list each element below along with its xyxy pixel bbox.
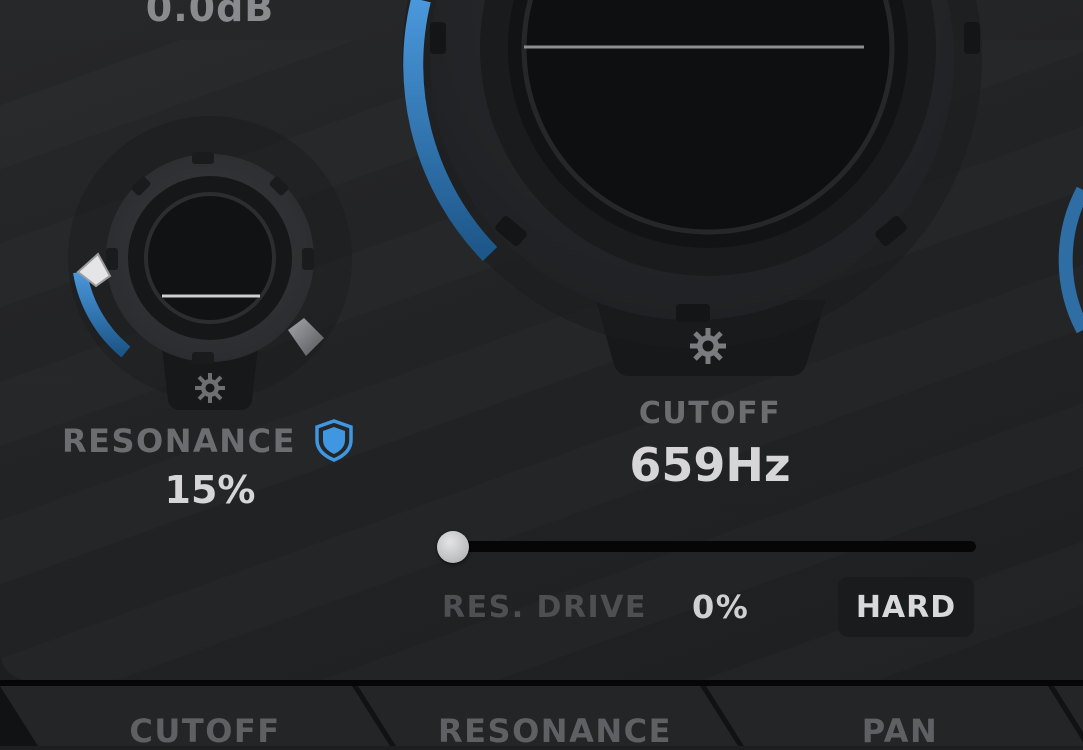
resonance-knob-cap xyxy=(144,192,276,324)
cutoff-label: CUTOFF xyxy=(638,396,782,431)
resonance-value: 15% xyxy=(164,468,256,512)
tab-resonance[interactable]: RESONANCE xyxy=(410,712,700,750)
shield-icon[interactable] xyxy=(312,418,356,462)
cutoff-knob[interactable] xyxy=(402,0,982,376)
res-drive-slider-track[interactable] xyxy=(446,541,976,552)
cutoff-gear-icon[interactable] xyxy=(690,328,726,364)
cutoff-value: 659Hz xyxy=(629,438,791,492)
next-knob-arc-edge xyxy=(1058,186,1083,334)
resonance-knob[interactable] xyxy=(68,116,352,410)
tab-cutoff[interactable]: CUTOFF xyxy=(80,712,330,750)
tab-pan[interactable]: PAN xyxy=(770,712,1030,750)
res-drive-slider-thumb[interactable] xyxy=(437,531,469,563)
hard-mode-button[interactable]: HARD xyxy=(838,577,974,637)
filter-panel: 0.0dB RESONANCE 15% CUTOFF 659Hz RES. DR… xyxy=(0,0,1083,680)
res-drive-value: 0% xyxy=(692,588,750,626)
res-drive-label: RES. DRIVE xyxy=(442,590,647,625)
resonance-gear-icon[interactable] xyxy=(195,373,225,403)
resonance-label: RESONANCE xyxy=(62,422,296,460)
